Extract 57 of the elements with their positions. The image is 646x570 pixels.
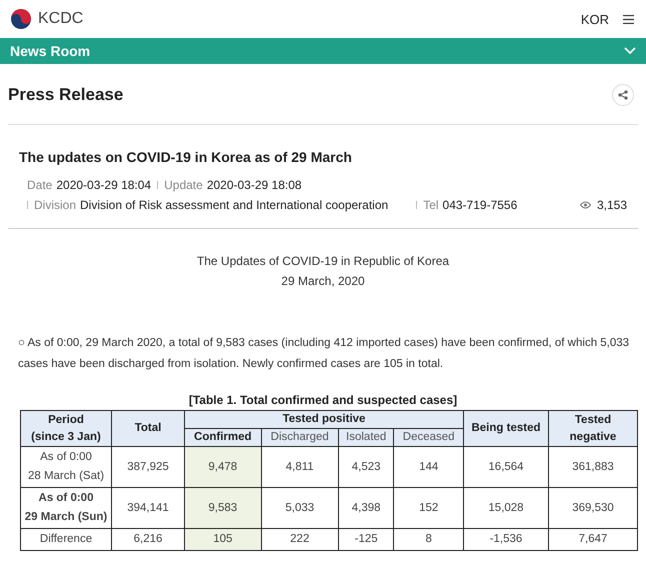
page-title: Press Release xyxy=(8,85,124,105)
chevron-down-icon[interactable] xyxy=(624,47,636,55)
table-cell: 6,216 xyxy=(112,528,184,550)
column-header: Discharged xyxy=(261,428,338,446)
table-cell: 361,883 xyxy=(548,446,638,488)
column-header: Period (since 3 Jan) xyxy=(20,410,112,446)
table-cell: -1,536 xyxy=(464,528,548,550)
row-header: As of 0:00 28 March (Sat) xyxy=(20,446,112,488)
table-cell: 4,523 xyxy=(338,446,394,488)
column-header: Tested positive xyxy=(184,410,464,428)
language-link[interactable]: KOR xyxy=(580,12,609,26)
column-header: Isolated xyxy=(338,428,394,446)
table-cell: 394,141 xyxy=(112,488,184,528)
row-header: Difference xyxy=(20,528,112,550)
column-header: Confirmed xyxy=(184,428,262,446)
meta-value: 043-719-7556 xyxy=(442,198,518,212)
table-cell: 15,028 xyxy=(464,488,548,528)
column-header: Deceased xyxy=(394,428,464,446)
section-title: News Room xyxy=(10,43,90,59)
article-title: The updates on COVID-19 in Korea as of 29 March xyxy=(19,149,353,165)
column-header: Tested negative xyxy=(548,410,638,446)
table-cell: 4,811 xyxy=(261,446,338,488)
column-header: Total xyxy=(112,410,184,446)
table-cell: 9,583 xyxy=(184,488,262,528)
row-header: As of 0:00 29 March (Sun) xyxy=(20,488,112,528)
table-cell: 152 xyxy=(394,488,464,528)
document-heading: The Updates of COVID-19 in Republic of Korea xyxy=(196,253,450,270)
meta-label: Tel xyxy=(423,198,439,212)
meta-value: 2020-03-29 18:08 xyxy=(206,178,302,192)
view-count: 3,153 xyxy=(596,198,627,212)
meta-label: Division xyxy=(34,198,76,212)
table-cell: 387,925 xyxy=(112,446,184,488)
document-heading: 29 March, 2020 xyxy=(280,273,366,290)
table-cell: 105 xyxy=(184,528,262,550)
table-cell: 9,478 xyxy=(184,446,262,488)
share-icon xyxy=(618,90,628,100)
logo-icon xyxy=(10,8,32,30)
logo-text: KCDC xyxy=(38,10,84,28)
meta-value: 2020-03-29 18:04 xyxy=(56,178,152,192)
table-caption: [Table 1. Total confirmed and suspected cases] xyxy=(188,393,458,407)
table-cell: 144 xyxy=(394,446,464,488)
table-cell: 5,033 xyxy=(261,488,338,528)
table-cell: 369,530 xyxy=(548,488,638,528)
share-button[interactable] xyxy=(612,84,634,106)
column-header: Being tested xyxy=(464,410,548,446)
meta-value: Division of Risk assessment and International cooperation xyxy=(80,198,388,212)
table-cell: 16,564 xyxy=(464,446,548,488)
table-cell: 222 xyxy=(261,528,338,550)
meta-label: Date xyxy=(27,178,52,192)
table-cell: 8 xyxy=(394,528,464,550)
menu-icon[interactable] xyxy=(623,14,634,24)
eye-icon xyxy=(580,201,591,209)
summary-paragraph: ○ As of 0:00, 29 March 2020, a total of 9,583 cases (including 412 imported cases) have been confirmed, of which 5,033 cases have been discharged from isolation. Newly confirmed cases are 105 in total. xyxy=(18,336,630,372)
meta-label: Update xyxy=(164,178,203,192)
table-cell: 4,398 xyxy=(338,488,394,528)
table-cell: -125 xyxy=(338,528,394,550)
table-cell: 7,647 xyxy=(548,528,638,550)
